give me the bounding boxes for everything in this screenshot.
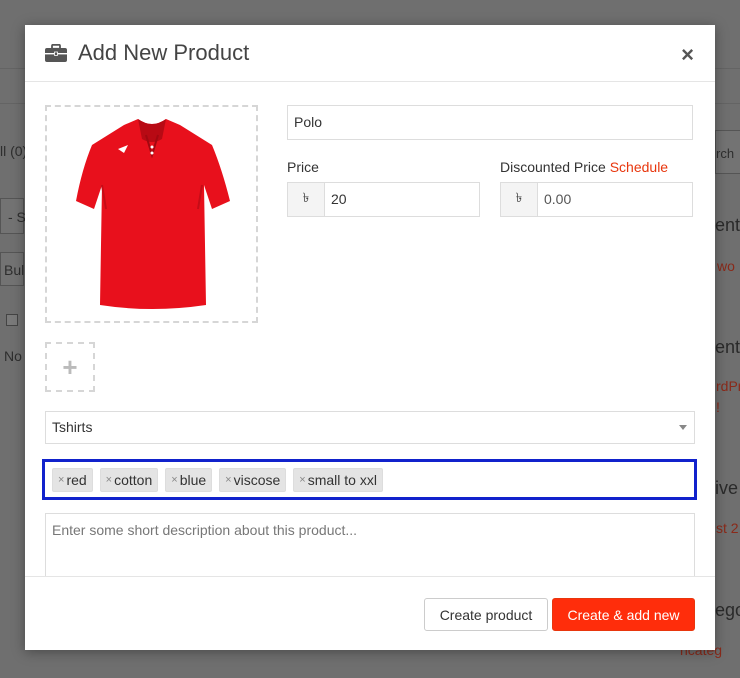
tag-remove-icon[interactable]: ×: [225, 474, 231, 486]
tag-label: cotton: [114, 471, 153, 488]
modal-footer: Create product Create & add new: [25, 576, 715, 650]
bg-right-text: wo: [717, 258, 735, 274]
tag-remove-icon[interactable]: ×: [299, 474, 305, 486]
tag-chip: × cotton: [99, 467, 159, 492]
category-selected-value: Tshirts: [52, 419, 93, 435]
bg-right-text: !: [716, 399, 720, 415]
dropdown-arrow-icon: [679, 425, 687, 430]
price-input[interactable]: 20: [325, 183, 479, 216]
tag-label: viscose: [233, 471, 281, 488]
tag-chip: × small to xxl: [293, 467, 383, 492]
currency-addon: ৳: [501, 183, 538, 216]
discounted-price-input-group: ৳ 0.00: [500, 182, 693, 217]
tags-input[interactable]: × red × cotton × blue × viscose × small to xx…: [42, 459, 697, 500]
description-textarea[interactable]: Enter some short description about this …: [45, 513, 695, 583]
discounted-price-label: Discounted Price Schedule: [500, 159, 668, 175]
tag-chip: × blue: [165, 467, 213, 492]
modal-header: Add New Product ×: [25, 25, 715, 82]
tag-remove-icon[interactable]: ×: [106, 474, 112, 486]
bg-right-text: ive: [715, 478, 739, 498]
briefcase-icon: [45, 43, 67, 62]
bg-checkbox: [6, 314, 18, 326]
tag-chip: × red: [52, 467, 93, 492]
product-image: [75, 119, 230, 309]
bg-right-text: st 2: [716, 520, 739, 536]
bg-right-text: ent: [715, 337, 740, 357]
tag-label: blue: [179, 471, 207, 488]
tag-remove-icon[interactable]: ×: [58, 474, 64, 486]
bg-right-text: ent: [715, 215, 740, 235]
product-title-input[interactable]: Polo: [287, 105, 693, 140]
add-product-modal: Add New Product × + Polo Price ৳ 20 Disc…: [25, 25, 715, 650]
product-image-dropzone[interactable]: [45, 105, 258, 323]
close-button[interactable]: ×: [681, 44, 694, 66]
bg-right-text: ego: [715, 600, 740, 620]
modal-title: Add New Product: [78, 40, 250, 65]
bg-left-text: Bul: [4, 262, 25, 278]
create-product-button[interactable]: Create product: [424, 598, 548, 631]
bg-right-text: rch: [716, 146, 735, 161]
currency-addon: ৳: [288, 183, 325, 216]
tag-label: red: [66, 471, 87, 488]
bg-left-text: No: [4, 348, 22, 364]
category-select[interactable]: Tshirts: [45, 411, 695, 444]
discounted-price-input[interactable]: 0.00: [538, 183, 692, 216]
add-image-button[interactable]: +: [45, 342, 95, 392]
tag-label: small to xxl: [307, 471, 377, 488]
price-label: Price: [287, 159, 319, 175]
create-and-add-new-button[interactable]: Create & add new: [552, 598, 695, 631]
discounted-price-label-text: Discounted Price: [500, 159, 606, 175]
bg-left-text: ll (0): [0, 143, 28, 159]
schedule-link[interactable]: Schedule: [610, 159, 668, 175]
price-input-group: ৳ 20: [287, 182, 480, 217]
tag-chip: × viscose: [219, 467, 287, 492]
bg-left-text: - S: [8, 209, 26, 225]
bg-right-text: rdPr: [716, 378, 740, 394]
tag-remove-icon[interactable]: ×: [171, 474, 177, 486]
